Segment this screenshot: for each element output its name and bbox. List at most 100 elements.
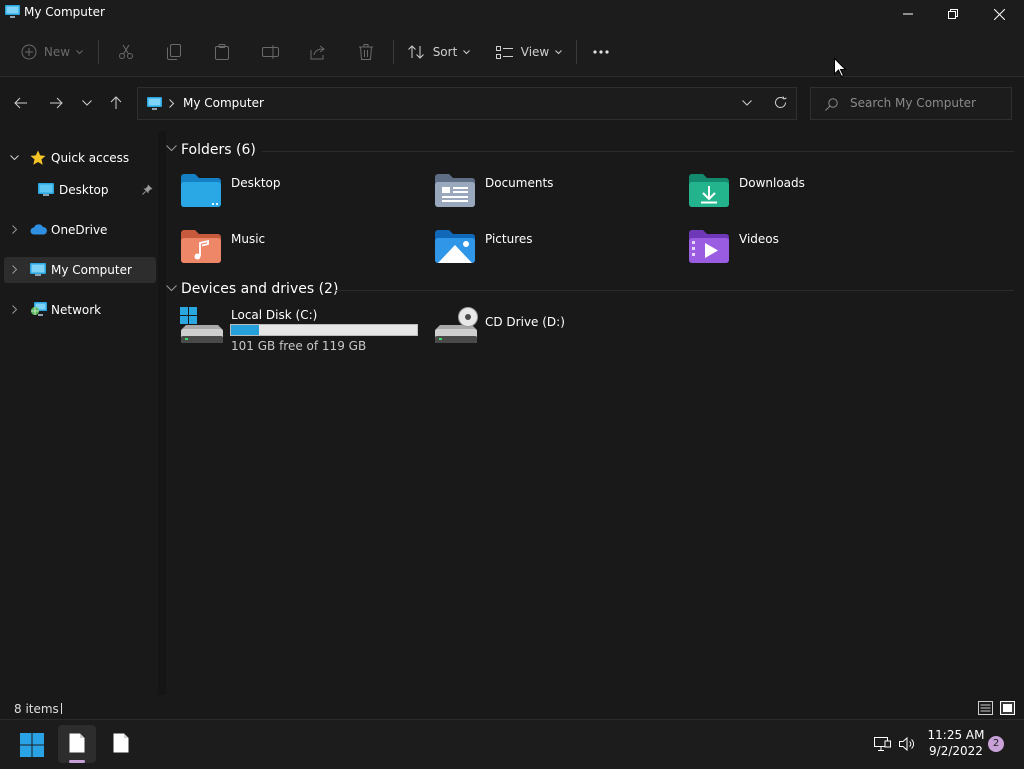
start-button[interactable]	[20, 733, 44, 757]
arrow-up-icon	[110, 96, 122, 110]
forward-button[interactable]	[44, 91, 68, 115]
folder-music[interactable]: Music	[176, 224, 416, 270]
folder-desktop[interactable]: Desktop	[176, 168, 416, 214]
recent-locations-button[interactable]	[75, 91, 99, 115]
delete-button[interactable]	[352, 38, 380, 66]
sidebar-item-network[interactable]: Network	[4, 297, 156, 323]
more-options-button[interactable]	[586, 38, 616, 66]
share-icon	[310, 44, 326, 60]
file-icon	[69, 733, 85, 753]
toolbar-separator	[98, 40, 99, 64]
clock-date: 9/2/2022	[929, 744, 983, 758]
breadcrumb-chevron-icon	[169, 99, 175, 108]
sidebar-item-my-computer[interactable]: My Computer	[4, 257, 156, 283]
sort-button[interactable]: Sort	[404, 38, 474, 66]
trash-icon	[359, 44, 373, 60]
share-button[interactable]	[304, 38, 332, 66]
hard-drive-icon	[180, 307, 224, 345]
arrow-left-icon	[14, 97, 28, 109]
documents-folder-icon	[434, 172, 476, 208]
copy-button[interactable]	[160, 38, 188, 66]
pin-icon[interactable]	[142, 184, 153, 195]
videos-folder-icon	[688, 228, 730, 264]
drive-usage-bar	[230, 324, 418, 336]
pane-divider[interactable]	[158, 131, 166, 695]
search-box[interactable]: Search My Computer	[810, 87, 1012, 120]
music-folder-icon	[180, 228, 222, 264]
address-dropdown-icon[interactable]	[742, 100, 752, 106]
chevron-right-icon[interactable]	[12, 305, 18, 314]
network-status-icon[interactable]	[874, 737, 891, 752]
clipboard-icon	[215, 44, 229, 60]
drives-section-toggle[interactable]	[166, 285, 177, 292]
tiles-view-button[interactable]	[1000, 701, 1015, 715]
chevron-down-icon[interactable]	[10, 155, 19, 161]
section-divider	[262, 151, 1014, 152]
clock[interactable]: 11:25 AM 9/2/2022	[926, 728, 986, 758]
chevron-right-icon[interactable]	[12, 265, 18, 274]
breadcrumb-my-computer[interactable]: My Computer	[183, 96, 264, 110]
minimize-button[interactable]	[885, 0, 931, 28]
clock-time: 11:25 AM	[927, 728, 985, 742]
sort-label: Sort	[432, 45, 458, 59]
section-divider	[336, 290, 1014, 291]
drive-cd-d[interactable]: CD Drive (D:)	[430, 305, 670, 357]
back-button[interactable]	[9, 91, 33, 115]
close-button[interactable]	[976, 0, 1022, 28]
folder-label: Desktop	[231, 176, 281, 190]
cut-button[interactable]	[112, 38, 140, 66]
new-button[interactable]: New	[14, 38, 90, 66]
notification-badge[interactable]: 2	[988, 736, 1004, 752]
mouse-cursor	[834, 58, 846, 77]
refresh-icon[interactable]	[774, 96, 787, 109]
drive-local-disk-c[interactable]: Local Disk (C:) 101 GB free of 119 GB	[176, 305, 424, 357]
sidebar-item-quick-access[interactable]: Quick access	[4, 145, 156, 171]
cloud-icon	[30, 224, 48, 235]
drives-heading: Devices and drives (2)	[181, 281, 339, 297]
folders-heading: Folders (6)	[181, 142, 256, 158]
window-title: My Computer	[24, 5, 105, 19]
item-count: 8 items	[14, 702, 59, 716]
downloads-folder-icon	[688, 172, 730, 208]
sidebar-item-desktop[interactable]: Desktop	[4, 177, 156, 203]
search-icon	[825, 98, 838, 111]
taskbar-app-file-explorer[interactable]	[58, 725, 96, 763]
chevron-right-icon[interactable]	[12, 225, 18, 234]
computer-icon	[147, 97, 162, 111]
view-button[interactable]: View	[492, 38, 566, 66]
sidebar-item-label: OneDrive	[51, 223, 108, 237]
folder-downloads[interactable]: Downloads	[684, 168, 924, 214]
sidebar-item-label: Quick access	[51, 151, 130, 165]
pictures-folder-icon	[434, 228, 476, 264]
folder-label: Downloads	[739, 176, 805, 190]
address-bar[interactable]: My Computer	[137, 87, 797, 120]
up-button[interactable]	[104, 91, 128, 115]
sidebar-item-onedrive[interactable]: OneDrive	[4, 217, 156, 243]
active-app-indicator	[69, 760, 85, 763]
sidebar-item-label: Network	[51, 303, 102, 317]
folder-label: Videos	[739, 232, 779, 246]
sort-icon	[407, 45, 425, 59]
view-list-icon	[495, 45, 513, 59]
drive-label: CD Drive (D:)	[485, 315, 565, 329]
status-bar: 8 items	[0, 695, 1024, 719]
drive-free-space: 101 GB free of 119 GB	[231, 339, 367, 353]
file-icon	[113, 733, 129, 753]
restore-button[interactable]	[930, 0, 976, 28]
computer-icon	[5, 5, 20, 19]
search-placeholder: Search My Computer	[850, 96, 976, 110]
folders-section-toggle[interactable]	[166, 145, 177, 152]
taskbar-app-document[interactable]	[104, 725, 138, 763]
chevron-down-icon	[555, 49, 563, 55]
network-icon	[30, 302, 47, 318]
copy-icon	[167, 44, 181, 60]
chevron-down-icon	[463, 49, 471, 55]
rename-button[interactable]	[256, 38, 284, 66]
folder-videos[interactable]: Videos	[684, 224, 924, 270]
volume-icon[interactable]	[899, 737, 916, 751]
folder-pictures[interactable]: Pictures	[430, 224, 670, 270]
folder-documents[interactable]: Documents	[430, 168, 670, 214]
paste-button[interactable]	[208, 38, 236, 66]
details-view-button[interactable]	[978, 701, 993, 715]
desktop-folder-icon	[180, 172, 222, 208]
